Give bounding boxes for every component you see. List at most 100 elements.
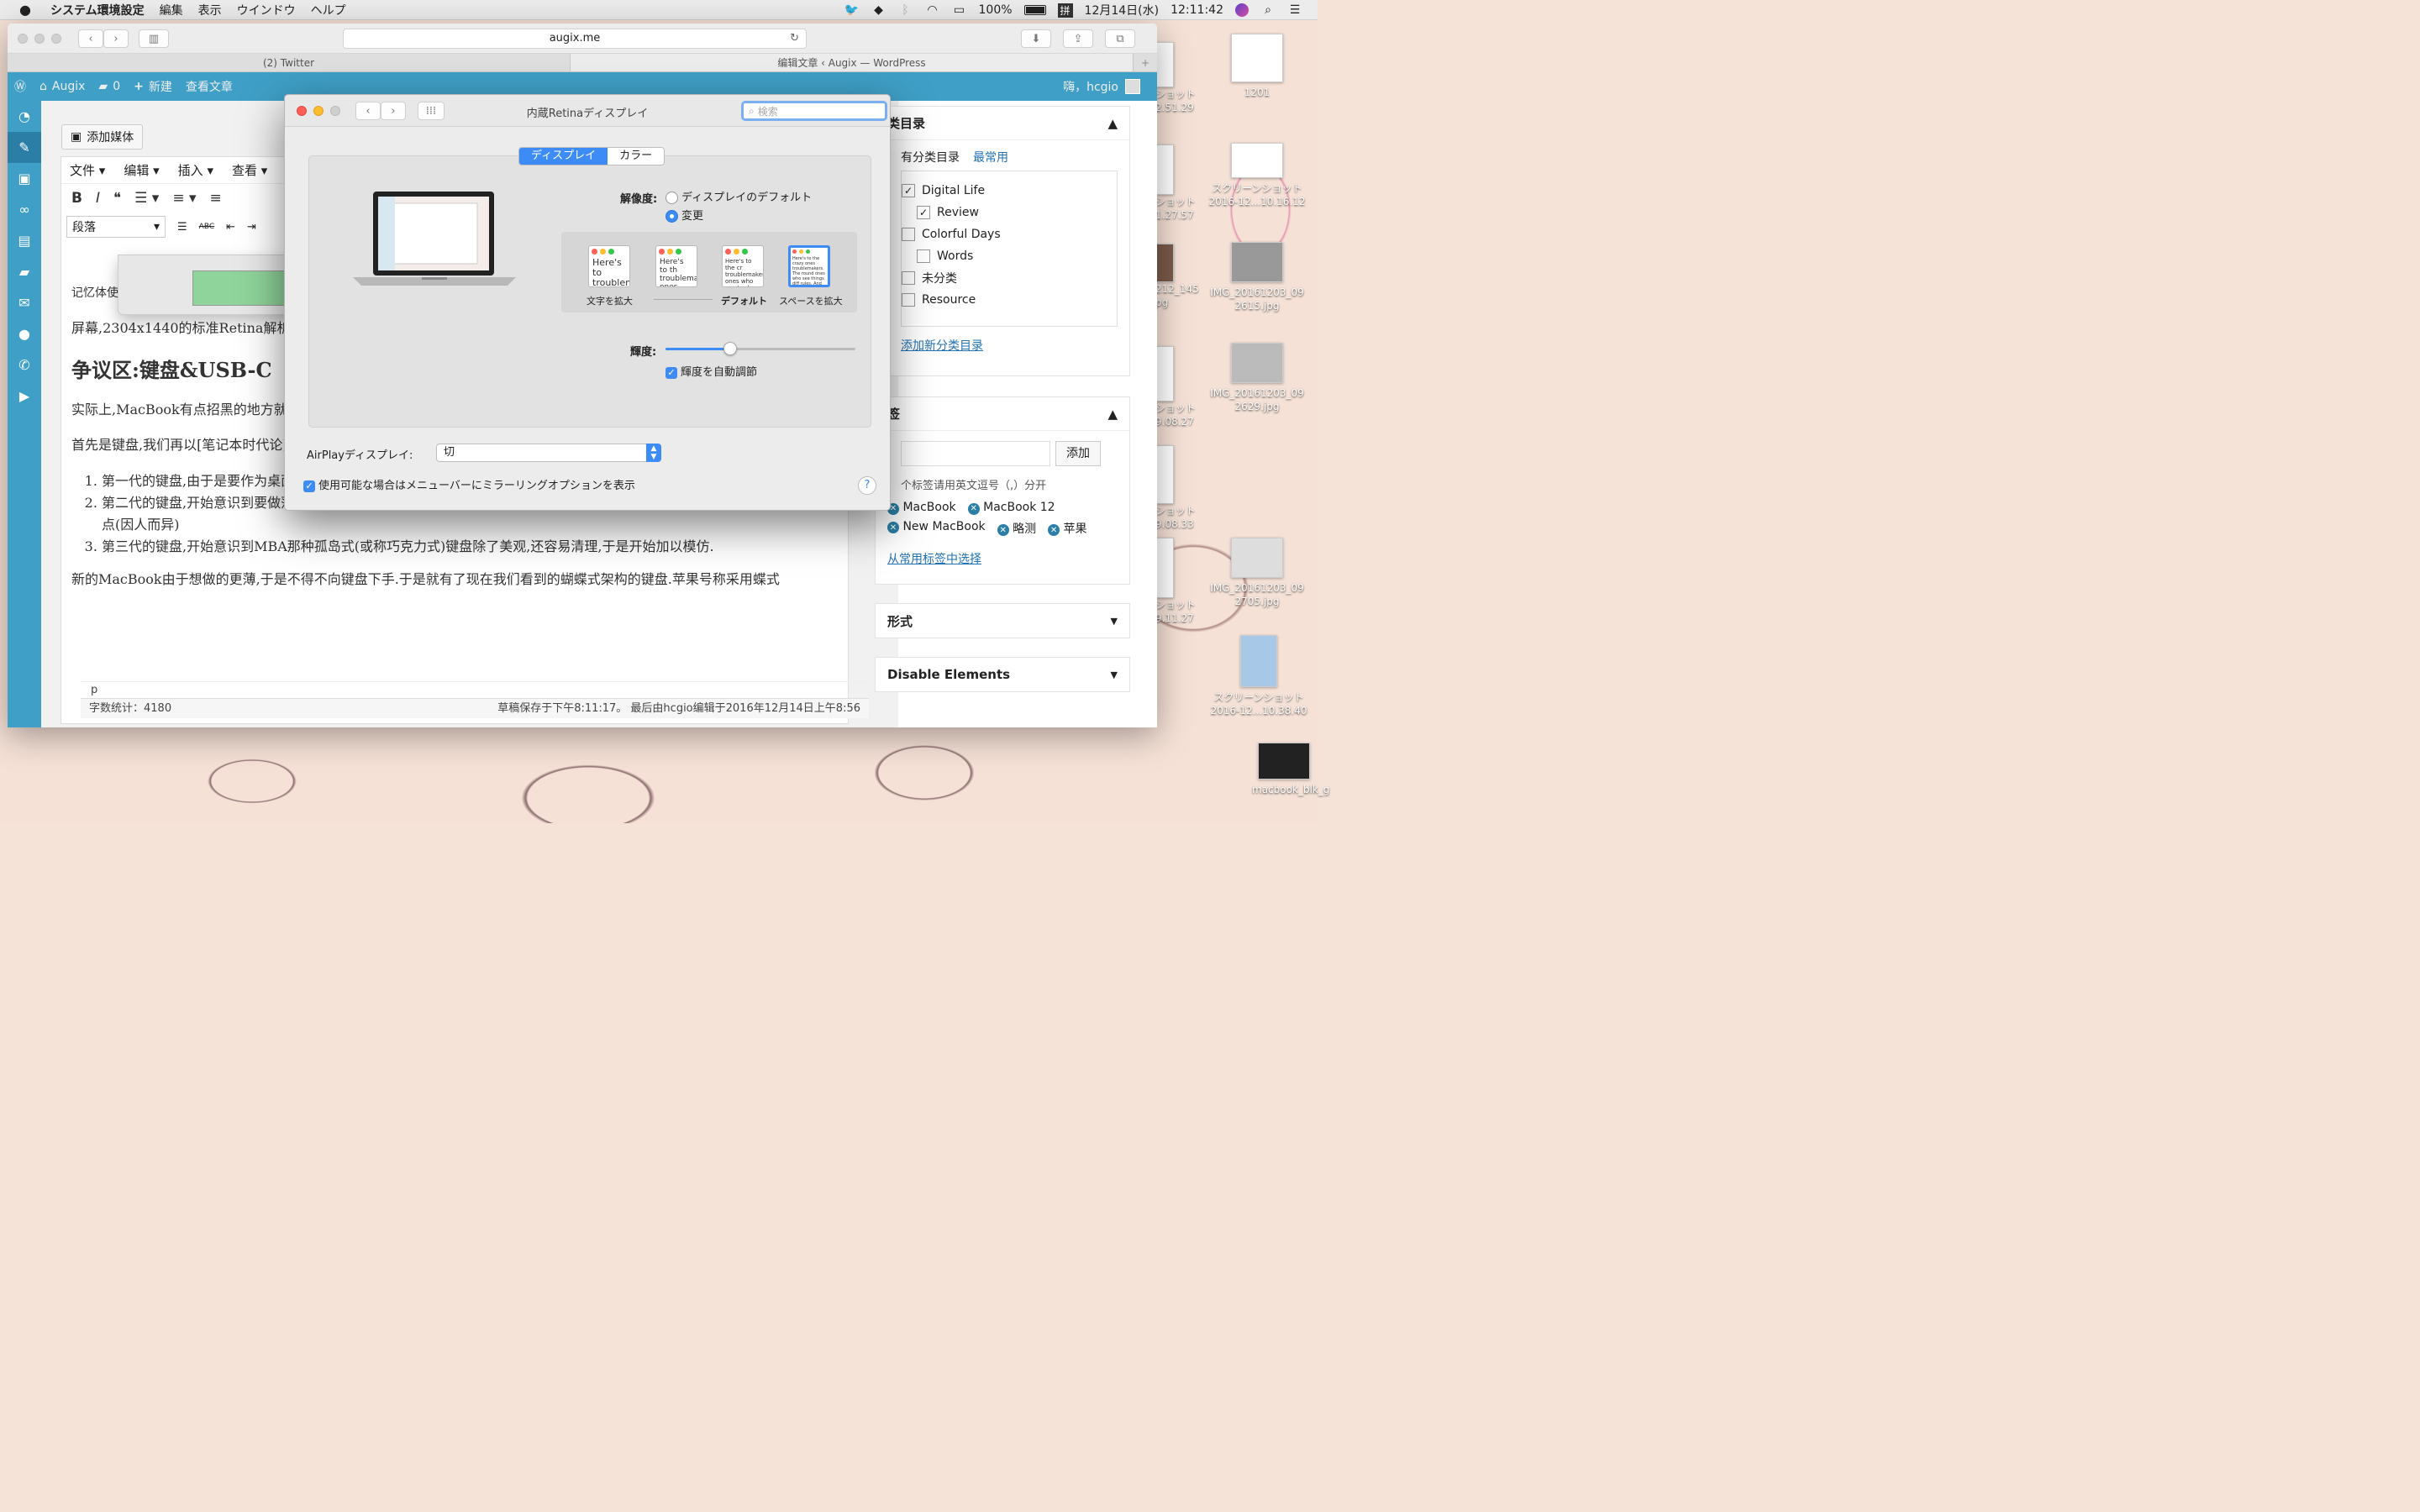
desktop-icon[interactable]: ショット 2.51.29: [1155, 42, 1197, 114]
apple-menu-icon[interactable]: ●: [17, 2, 34, 18]
res-default-option[interactable]: ディスプレイのデフォルト: [666, 188, 812, 204]
blockquote-icon[interactable]: ❝: [113, 190, 121, 207]
airplay-icon[interactable]: ▭: [952, 3, 967, 17]
desktop-icon[interactable]: IMG_20161203_09 2615.jpg: [1207, 242, 1307, 312]
add-tag-button[interactable]: 添加: [1055, 441, 1101, 466]
remove-tag-icon[interactable]: ✕: [887, 522, 899, 533]
strikethrough-icon[interactable]: ABC: [199, 223, 214, 231]
desktop-icon[interactable]: ショット 9.08.33: [1155, 445, 1197, 531]
comments-link[interactable]: ▰ 0: [98, 80, 120, 93]
collapse-icon[interactable]: ▲: [1107, 116, 1118, 131]
desktop-icon[interactable]: ショット 1.27.57: [1155, 144, 1197, 222]
collapse-menu-icon[interactable]: ▶: [8, 381, 41, 412]
feedback-icon[interactable]: ✉: [8, 287, 41, 318]
comments-icon[interactable]: ▰: [8, 256, 41, 287]
spotlight-search-icon[interactable]: ⌕: [1260, 3, 1276, 17]
minimize-button[interactable]: [34, 34, 45, 44]
format-panel[interactable]: 形式 ▼: [875, 603, 1130, 638]
brightness-slider[interactable]: [666, 342, 855, 355]
desktop-icon[interactable]: スクリーンショット 2016-12...10.16.12: [1207, 143, 1307, 208]
auto-brightness-checkbox[interactable]: ✓: [666, 366, 677, 379]
tab-most-used[interactable]: 最常用: [973, 149, 1008, 165]
scale-option-default[interactable]: Here's to the cr troublemakers. ones who…: [722, 245, 764, 287]
avatar[interactable]: [1125, 79, 1140, 94]
remove-tag-icon[interactable]: ✕: [997, 524, 1009, 536]
tab-display[interactable]: ディスプレイ: [519, 148, 608, 165]
justify-icon[interactable]: ☰: [177, 221, 187, 234]
menu-edit-editor[interactable]: 编辑 ▾: [124, 161, 159, 179]
choose-common-tags-link[interactable]: 从常用标签中选择: [887, 553, 981, 566]
desktop-icon[interactable]: ショット 9.11.27: [1155, 538, 1202, 625]
category-item[interactable]: Colorful Days: [902, 223, 1108, 245]
menu-app-name[interactable]: システム環境設定: [50, 2, 145, 18]
siri-icon[interactable]: [1235, 3, 1249, 17]
tabs-overview-icon[interactable]: ⧉: [1105, 29, 1135, 48]
category-item[interactable]: Words: [902, 245, 1108, 267]
desktop-icon[interactable]: スクリーンショット 2016-12...10.38.40: [1207, 635, 1311, 717]
desktop-icon[interactable]: macbook_blk_g: [1252, 743, 1329, 796]
remove-tag-icon[interactable]: ✕: [1048, 524, 1060, 536]
url-bar[interactable]: augix.me ↻: [343, 29, 807, 49]
collapse-icon[interactable]: ▲: [1107, 407, 1118, 422]
expand-icon[interactable]: ▼: [1111, 616, 1118, 627]
menu-date[interactable]: 12月14日(水): [1085, 2, 1160, 18]
tab-color[interactable]: カラー: [608, 148, 665, 165]
close-button[interactable]: [18, 34, 28, 44]
scale-option-more-space[interactable]: Here's to the crazy ones troublemakers. …: [788, 245, 830, 287]
disable-elements-panel[interactable]: Disable Elements ▼: [875, 657, 1130, 692]
numbered-list-icon[interactable]: ≡ ▾: [172, 190, 196, 207]
tab-twitter[interactable]: (2) Twitter: [8, 54, 571, 71]
res-scaled-option[interactable]: 変更: [666, 207, 703, 223]
wifi-icon[interactable]: ◠: [925, 3, 940, 17]
tag-input[interactable]: [901, 441, 1050, 466]
menu-view[interactable]: 表示: [198, 2, 222, 18]
checkbox[interactable]: [917, 249, 930, 263]
tab-all-categories[interactable]: 有分类目录: [901, 149, 960, 165]
forward-button[interactable]: ›: [103, 29, 129, 48]
menu-insert[interactable]: 插入 ▾: [178, 161, 213, 179]
menu-help[interactable]: ヘルプ: [311, 2, 346, 18]
desktop-icon[interactable]: 212_145 pg: [1155, 244, 1199, 309]
bold-icon[interactable]: B: [71, 190, 82, 207]
back-button[interactable]: ‹: [78, 29, 103, 48]
tab-wordpress[interactable]: 编辑文章 ‹ Augix — WordPress: [571, 54, 1134, 71]
mirroring-option[interactable]: ✓ 使用可能な場合はメニューバーにミラーリングオプションを表示: [303, 476, 635, 492]
italic-icon[interactable]: I: [96, 190, 100, 207]
paragraph-format-select[interactable]: 段落 ▾: [66, 216, 166, 238]
share-icon[interactable]: ⇪: [1063, 29, 1093, 48]
new-tab-button[interactable]: +: [1134, 54, 1157, 71]
scale-option-2[interactable]: Here's to th troublemak ones who: [655, 245, 697, 287]
align-left-icon[interactable]: ≡: [210, 190, 222, 207]
qq-icon[interactable]: ◆: [871, 3, 886, 17]
new-content-link[interactable]: + 新建: [134, 78, 172, 95]
twitter-icon[interactable]: 🐦: [844, 3, 860, 17]
download-icon[interactable]: ⬇: [1021, 29, 1051, 48]
prefs-search-input[interactable]: ⌕ 検索: [741, 101, 887, 121]
mirroring-checkbox[interactable]: ✓: [303, 480, 315, 492]
checkbox[interactable]: ✓: [902, 184, 915, 197]
desktop-icon[interactable]: IMG_20161203_09 2705.jpg: [1207, 538, 1307, 608]
view-post-link[interactable]: 查看文章: [186, 78, 233, 95]
menu-time[interactable]: 12:11:42: [1171, 3, 1223, 17]
wordpress-logo-icon[interactable]: Ⓦ: [14, 78, 26, 95]
brightness-knob[interactable]: [723, 342, 737, 355]
site-name-link[interactable]: ⌂ Augix: [39, 80, 85, 93]
desktop-icon[interactable]: IMG_20161203_09 2629.jpg: [1207, 343, 1307, 413]
tools-icon[interactable]: ✆: [8, 349, 41, 381]
users-icon[interactable]: ●: [8, 318, 41, 349]
menu-file[interactable]: 文件 ▾: [70, 161, 105, 179]
indent-icon[interactable]: ⇥: [247, 221, 256, 234]
help-button[interactable]: ?: [858, 476, 876, 495]
expand-icon[interactable]: ▼: [1111, 669, 1118, 680]
posts-icon[interactable]: ✎: [8, 132, 41, 163]
zoom-button[interactable]: [51, 34, 61, 44]
category-item[interactable]: ✓ Digital Life: [902, 180, 1108, 202]
scale-option-larger-text[interactable]: Here's to troublem: [588, 245, 630, 287]
checkbox[interactable]: [902, 271, 915, 285]
sidebar-icon[interactable]: ▥: [139, 29, 169, 48]
bullet-list-icon[interactable]: ☰ ▾: [134, 190, 159, 207]
battery-icon[interactable]: [1023, 5, 1046, 15]
checkbox[interactable]: ✓: [917, 206, 930, 219]
add-new-category-link[interactable]: 添加新分类目录: [901, 339, 983, 353]
category-item[interactable]: 未分类: [902, 267, 1108, 289]
